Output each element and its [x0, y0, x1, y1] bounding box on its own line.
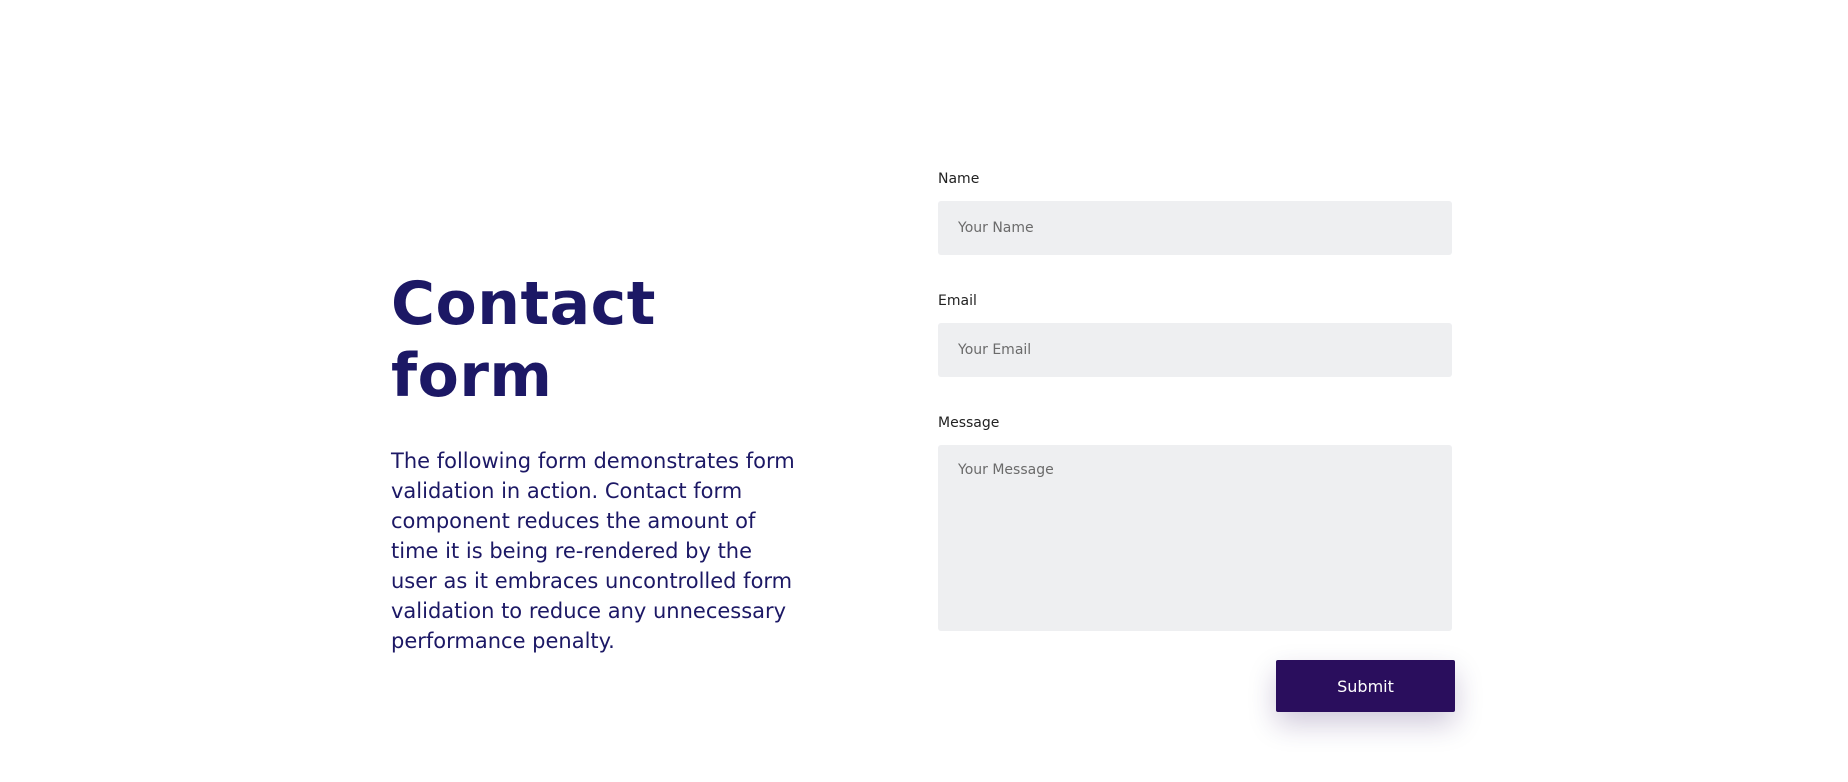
page-title: Contact form: [391, 269, 656, 411]
intro-description: The following form demonstrates form val…: [391, 449, 795, 653]
contact-page: Contact form The following form demonstr…: [0, 0, 1848, 782]
submit-row: Submit: [938, 660, 1456, 712]
email-label: Email: [938, 293, 977, 309]
email-field-group: Email: [938, 292, 1456, 377]
message-textarea[interactable]: [938, 445, 1452, 631]
message-label: Message: [938, 415, 1000, 431]
submit-button[interactable]: Submit: [1276, 660, 1455, 712]
message-field-group: Message: [938, 414, 1456, 631]
name-label: Name: [938, 171, 980, 187]
intro-section: Contact form The following form demonstr…: [391, 268, 801, 656]
name-field-group: Name: [938, 170, 1456, 255]
name-input[interactable]: [938, 201, 1452, 255]
contact-form: Name Email Message Submit: [938, 170, 1456, 712]
email-input[interactable]: [938, 323, 1452, 377]
